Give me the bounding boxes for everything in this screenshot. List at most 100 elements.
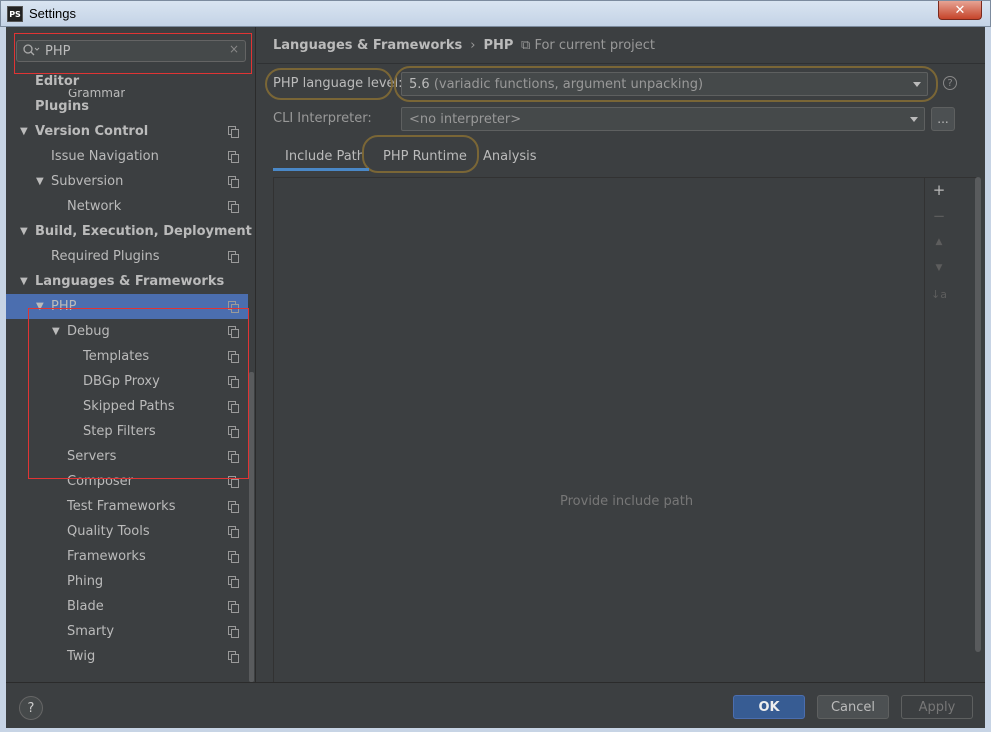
project-copy-icon xyxy=(228,126,239,138)
breadcrumb-current: PHP xyxy=(483,38,514,53)
expand-arrow-icon[interactable]: ▼ xyxy=(52,326,60,337)
tree-item-label: Build, Execution, Deployment xyxy=(35,224,252,239)
tree-item[interactable]: ▼ PHP xyxy=(6,294,248,319)
tree-item-label: Subversion xyxy=(51,174,124,189)
add-icon[interactable]: + xyxy=(932,181,946,199)
sort-icon[interactable]: ↓a xyxy=(931,286,947,302)
project-copy-icon xyxy=(228,301,239,313)
browse-interpreter-button[interactable]: ... xyxy=(931,107,955,131)
project-copy-icon xyxy=(228,176,239,188)
tree-item-label: Step Filters xyxy=(83,424,156,439)
cancel-button[interactable]: Cancel xyxy=(817,695,889,719)
sidebar-scrollbar[interactable] xyxy=(249,372,254,682)
settings-search-box[interactable]: × xyxy=(16,40,246,62)
ok-button[interactable]: OK xyxy=(733,695,805,719)
tree-item-label: Templates xyxy=(83,349,150,364)
project-copy-icon xyxy=(228,526,239,538)
language-level-version: 5.6 xyxy=(409,77,430,92)
project-copy-icon xyxy=(228,151,239,163)
settings-sidebar: × Grammar EditorPlugins▼Version ControlI… xyxy=(6,27,256,682)
tree-item-label: PHP xyxy=(51,299,77,314)
close-icon: ✕ xyxy=(954,2,966,18)
tree-item[interactable]: ▼ Build, Execution, Deployment xyxy=(6,219,252,244)
tree-item[interactable]: Blade xyxy=(6,594,248,619)
tree-item-label: Issue Navigation xyxy=(51,149,159,164)
dialog-button-bar: ? OK Cancel Apply xyxy=(6,682,985,728)
expand-arrow-icon[interactable]: ▼ xyxy=(36,301,44,312)
tree-item[interactable]: Smarty xyxy=(6,619,248,644)
tree-item-label: Frameworks xyxy=(67,549,146,564)
language-level-description: (variadic functions, argument unpacking) xyxy=(433,77,704,92)
expand-arrow-icon[interactable]: ▼ xyxy=(20,126,28,137)
apply-button[interactable]: Apply xyxy=(901,695,973,719)
tree-item[interactable]: Quality Tools xyxy=(6,519,248,544)
tree-item[interactable]: Issue Navigation xyxy=(6,144,248,169)
tree-item-label: Phing xyxy=(67,574,104,589)
tree-item[interactable]: Twig xyxy=(6,644,248,669)
tree-item-label: Version Control xyxy=(35,124,149,139)
project-copy-icon xyxy=(228,601,239,613)
project-copy-icon xyxy=(228,401,239,413)
tree-item[interactable]: ▼ Languages & Frameworks xyxy=(6,269,248,294)
header-divider xyxy=(257,63,985,64)
tree-item[interactable]: DBGp Proxy xyxy=(6,369,248,394)
tree-item-label: Test Frameworks xyxy=(67,499,176,514)
window-frame-bottom xyxy=(0,728,991,732)
tree-item[interactable]: Required Plugins xyxy=(6,244,248,269)
cli-interpreter-label: CLI Interpreter: xyxy=(273,111,372,126)
close-window-button[interactable]: ✕ xyxy=(938,1,982,20)
cli-interpreter-value: <no interpreter> xyxy=(409,112,522,127)
project-copy-icon xyxy=(228,351,239,363)
tree-item[interactable]: Skipped Paths xyxy=(6,394,248,419)
tree-item[interactable]: Test Frameworks xyxy=(6,494,248,519)
tree-item-label: Languages & Frameworks xyxy=(35,274,225,289)
tree-item[interactable]: Templates xyxy=(6,344,248,369)
title-bar: PS Settings ✕ xyxy=(0,0,991,27)
tab-include-path[interactable]: Include Path xyxy=(285,141,365,171)
tree-item[interactable]: ▼ Subversion xyxy=(6,169,248,194)
include-path-list[interactable]: Provide include path xyxy=(273,177,979,682)
clear-search-icon[interactable]: × xyxy=(229,42,239,56)
chevron-down-icon xyxy=(910,117,918,122)
move-down-icon[interactable]: ▼ xyxy=(932,260,946,276)
window-frame-right xyxy=(985,27,991,732)
php-language-level-select[interactable]: 5.6 (variadic functions, argument unpack… xyxy=(401,72,928,96)
tree-item[interactable]: Plugins xyxy=(6,94,248,119)
tree-item-label: Blade xyxy=(67,599,104,614)
help-icon[interactable]: ? xyxy=(943,76,957,90)
tree-item[interactable]: Step Filters xyxy=(6,419,248,444)
tree-item[interactable]: Servers xyxy=(6,444,248,469)
include-path-toolbar: + − ▲ ▼ ↓a xyxy=(924,178,952,682)
project-copy-icon xyxy=(228,201,239,213)
project-scope-label: ⧉ For current project xyxy=(521,38,655,53)
settings-main-panel: Languages & Frameworks › PHP ⧉ For curre… xyxy=(257,27,985,682)
remove-icon[interactable]: − xyxy=(932,207,946,225)
tree-item-label: Plugins xyxy=(35,99,89,114)
tree-item[interactable]: Editor xyxy=(6,69,248,94)
tab-analysis[interactable]: Analysis xyxy=(483,141,537,171)
tree-item-label: Quality Tools xyxy=(67,524,150,539)
move-up-icon[interactable]: ▲ xyxy=(932,234,946,250)
project-copy-icon xyxy=(228,551,239,563)
expand-arrow-icon[interactable]: ▼ xyxy=(20,226,28,237)
breadcrumb-separator: › xyxy=(470,38,476,53)
tree-item[interactable]: ▼ Debug xyxy=(6,319,248,344)
project-copy-icon xyxy=(228,451,239,463)
tab-php-runtime[interactable]: PHP Runtime xyxy=(383,141,467,171)
tree-item[interactable]: Frameworks xyxy=(6,544,248,569)
expand-arrow-icon[interactable]: ▼ xyxy=(36,176,44,187)
cli-interpreter-select[interactable]: <no interpreter> xyxy=(401,107,925,131)
tree-item[interactable]: ▼ Version Control xyxy=(6,119,248,144)
tree-item[interactable]: Network xyxy=(6,194,248,219)
search-icon[interactable] xyxy=(22,43,42,59)
expand-arrow-icon[interactable]: ▼ xyxy=(20,276,28,287)
project-copy-icon xyxy=(228,326,239,338)
tree-item[interactable]: Phing xyxy=(6,569,248,594)
tree-item-label: Network xyxy=(67,199,122,214)
project-copy-icon xyxy=(228,576,239,588)
settings-search-input[interactable] xyxy=(45,42,225,60)
help-button[interactable]: ? xyxy=(19,696,43,720)
main-scrollbar[interactable] xyxy=(975,177,981,652)
phpstorm-app-icon: PS xyxy=(7,6,23,22)
tree-item[interactable]: Composer xyxy=(6,469,248,494)
